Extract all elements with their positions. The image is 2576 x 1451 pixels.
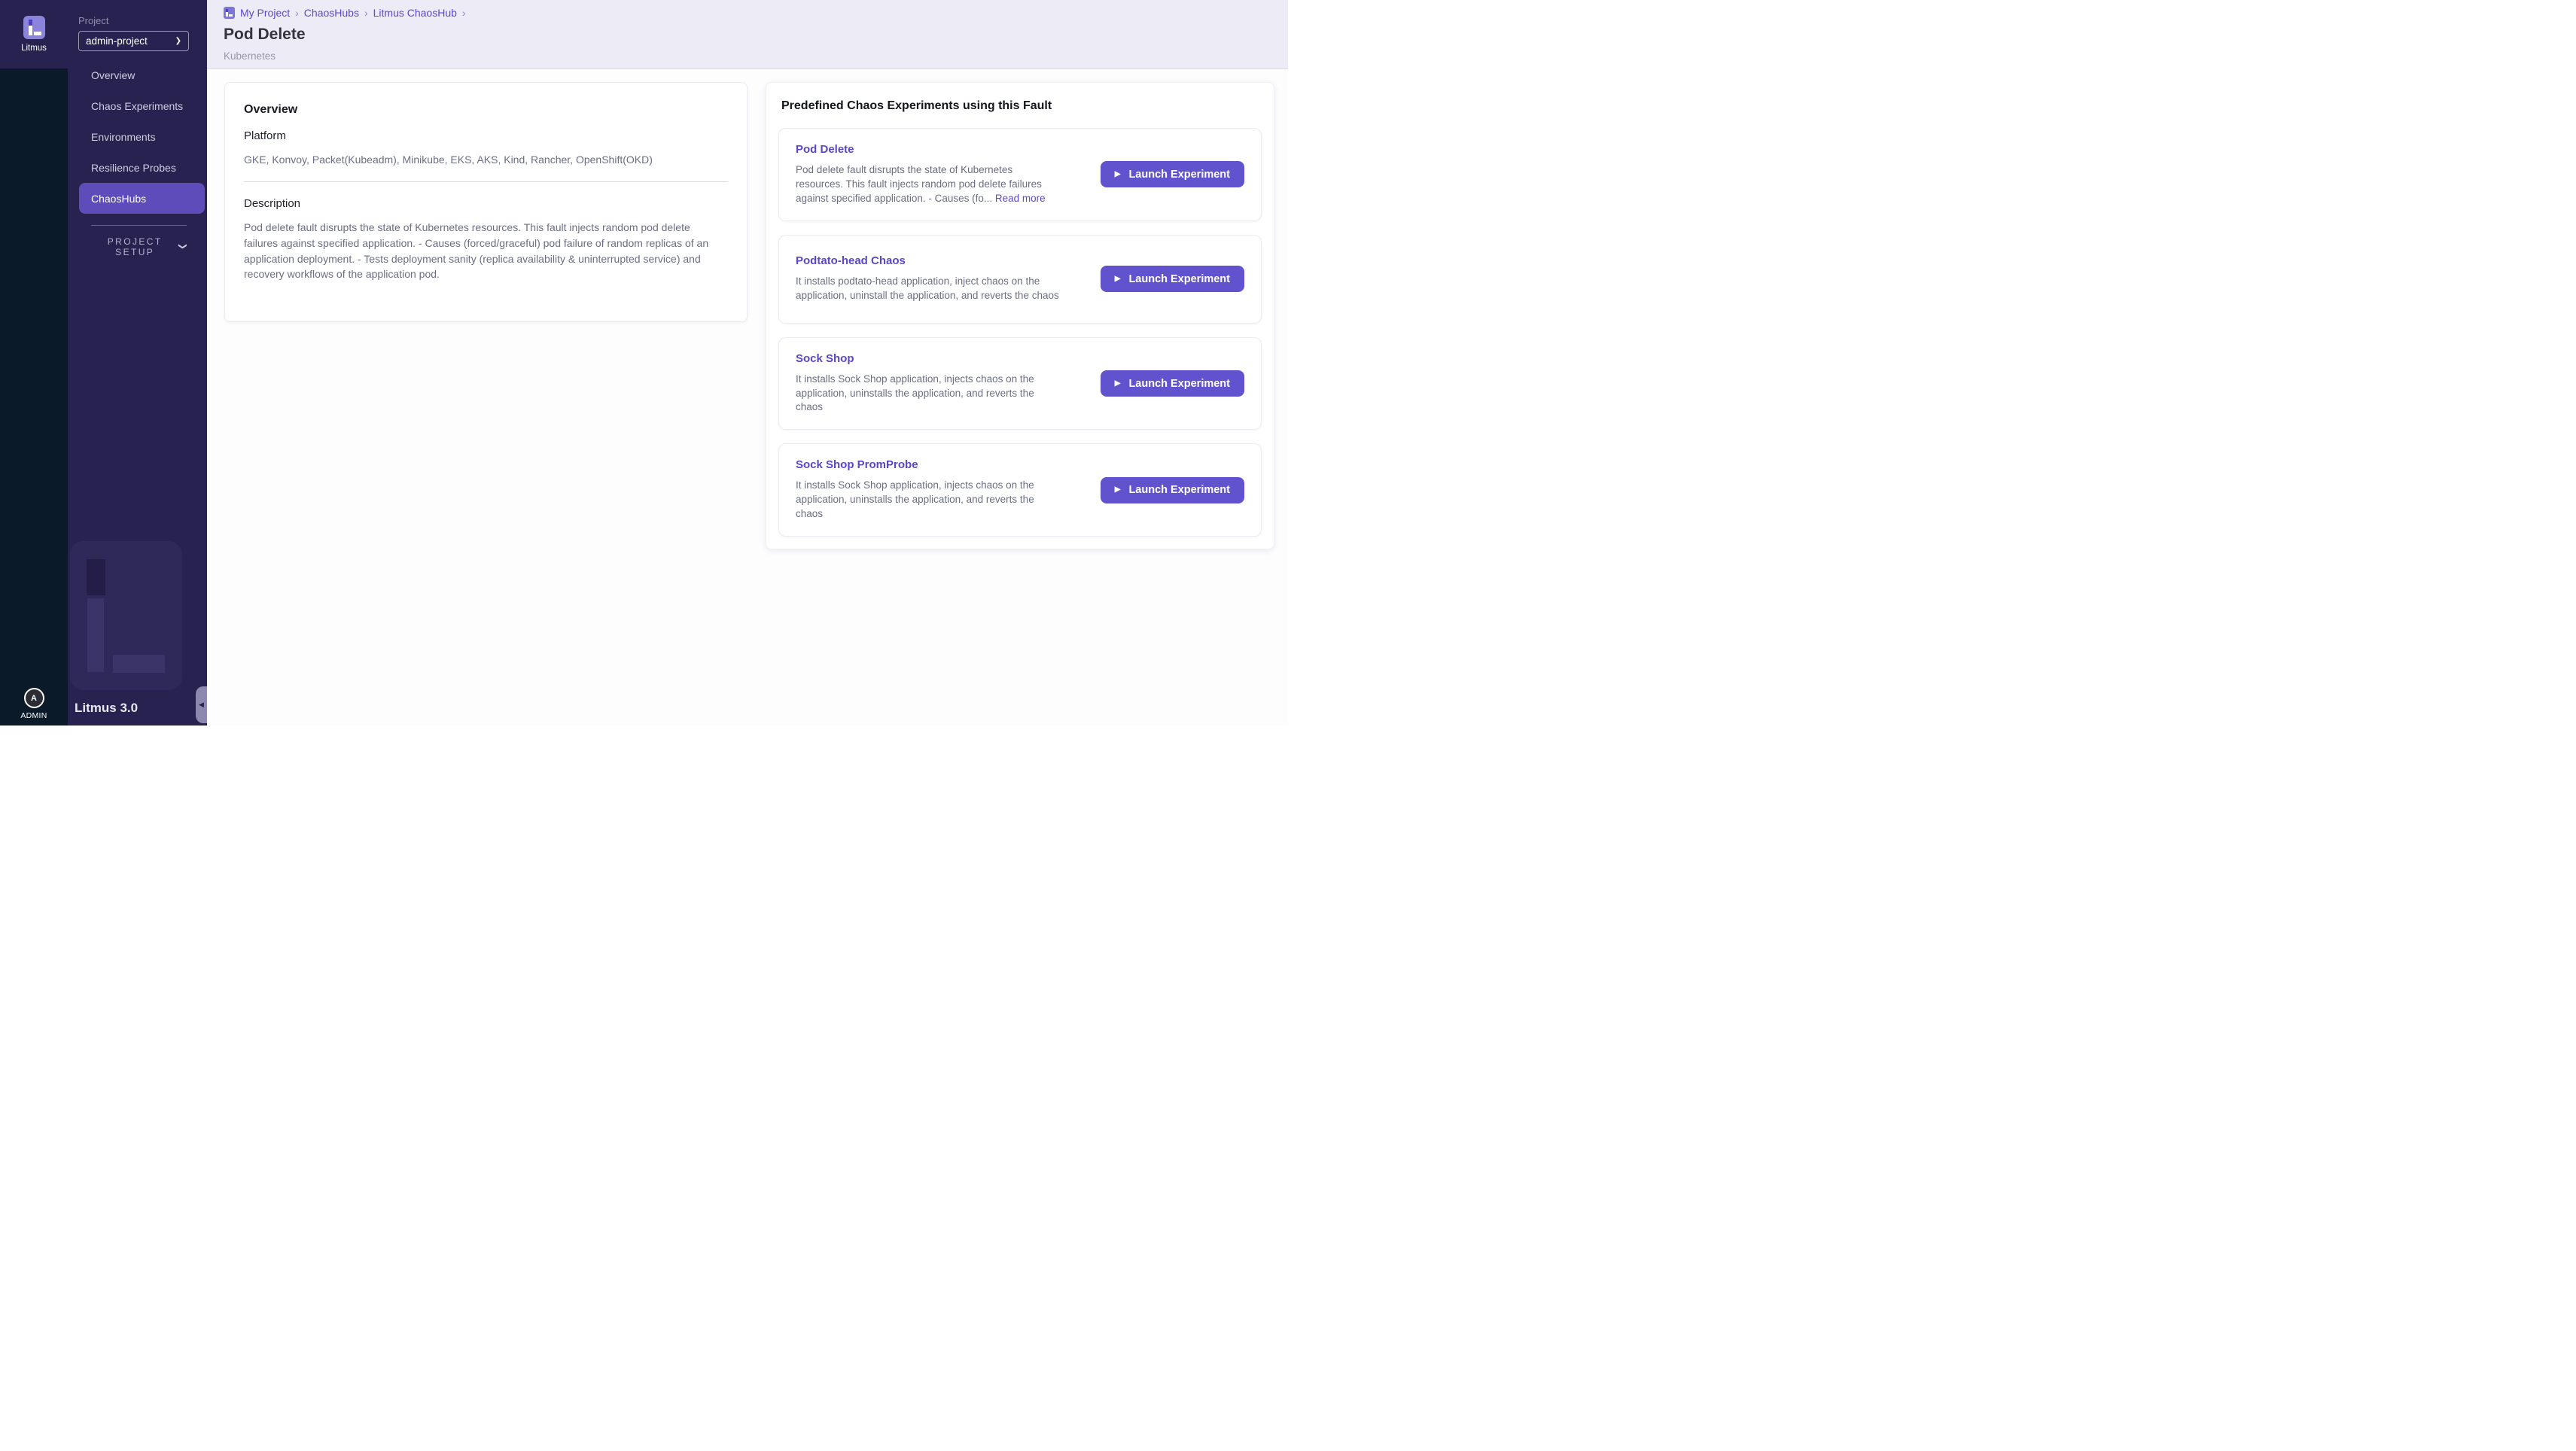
experiment-title-podtato-head[interactable]: Podtato-head Chaos bbox=[796, 254, 1061, 267]
play-icon: ▶ bbox=[1115, 171, 1121, 178]
breadcrumb-separator-icon: › bbox=[364, 7, 368, 19]
avatar-letter: A bbox=[31, 694, 37, 703]
admin-avatar[interactable]: A bbox=[24, 688, 44, 708]
experiment-title-pod-delete[interactable]: Pod Delete bbox=[796, 143, 1061, 156]
launch-experiment-button[interactable]: ▶ Launch Experiment bbox=[1101, 161, 1244, 187]
breadcrumb-chaoshubs[interactable]: ChaosHubs bbox=[304, 7, 359, 19]
litmus-logo-label: Litmus bbox=[21, 44, 47, 53]
litmus-logo-icon bbox=[23, 16, 45, 39]
content-area: Overview Platform GKE, Konvoy, Packet(Ku… bbox=[207, 69, 1288, 726]
experiment-description: It installs podtato-head application, in… bbox=[796, 275, 1059, 301]
read-more-link[interactable]: Read more bbox=[995, 193, 1046, 204]
sidebar-item-chaoshubs[interactable]: ChaosHubs bbox=[79, 183, 205, 214]
litmus-breadcrumb-icon bbox=[224, 7, 235, 19]
breadcrumb-separator-icon: › bbox=[295, 7, 299, 19]
chevron-down-icon: ❯ bbox=[178, 242, 188, 251]
experiment-card: Sock Shop PromProbe It installs Sock Sho… bbox=[778, 443, 1262, 537]
sidebar-divider bbox=[91, 225, 187, 226]
rail-bottom: A ADMIN bbox=[0, 688, 68, 720]
litmus-home-button[interactable]: Litmus bbox=[0, 0, 68, 68]
platform-label: Platform bbox=[244, 129, 728, 142]
experiment-title-sock-shop[interactable]: Sock Shop bbox=[796, 352, 1061, 365]
launch-experiment-button[interactable]: ▶ Launch Experiment bbox=[1101, 477, 1244, 503]
launch-experiment-button[interactable]: ▶ Launch Experiment bbox=[1101, 266, 1244, 292]
project-label: Project bbox=[78, 15, 207, 26]
project-setup-label: PROJECT SETUP bbox=[91, 236, 178, 257]
chevron-right-icon: ❯ bbox=[175, 38, 181, 45]
left-rail: Litmus A ADMIN bbox=[0, 0, 68, 726]
experiments-heading: Predefined Chaos Experiments using this … bbox=[781, 99, 1262, 113]
play-icon: ▶ bbox=[1115, 275, 1121, 283]
play-icon: ▶ bbox=[1115, 486, 1121, 494]
description-text: Pod delete fault disrupts the state of K… bbox=[244, 220, 726, 282]
sidebar-item-resilience-probes[interactable]: Resilience Probes bbox=[68, 152, 207, 183]
platform-value: GKE, Konvoy, Packet(Kubeadm), Minikube, … bbox=[244, 152, 728, 167]
breadcrumb: My Project › ChaosHubs › Litmus ChaosHub… bbox=[224, 7, 1288, 19]
project-name: admin-project bbox=[86, 35, 148, 47]
version-label: Litmus 3.0 bbox=[75, 701, 138, 716]
project-selector[interactable]: admin-project ❯ bbox=[78, 31, 189, 51]
sidebar-item-environments[interactable]: Environments bbox=[68, 121, 207, 152]
sidebar-collapse-handle[interactable]: ◀ bbox=[196, 686, 207, 723]
admin-label: ADMIN bbox=[0, 711, 68, 720]
description-label: Description bbox=[244, 197, 728, 210]
experiment-card: Pod Delete Pod delete fault disrupts the… bbox=[778, 128, 1262, 221]
sidebar-nav: Overview Chaos Experiments Environments … bbox=[68, 59, 207, 214]
experiment-title-sock-shop-promprobe[interactable]: Sock Shop PromProbe bbox=[796, 458, 1061, 471]
overview-card: Overview Platform GKE, Konvoy, Packet(Ku… bbox=[224, 82, 748, 322]
app-window: Litmus A ADMIN Project admin-project ❯ O… bbox=[0, 0, 1288, 726]
collapse-arrow-icon: ◀ bbox=[199, 701, 204, 708]
page-header: My Project › ChaosHubs › Litmus ChaosHub… bbox=[207, 0, 1288, 69]
launch-experiment-button[interactable]: ▶ Launch Experiment bbox=[1101, 370, 1244, 397]
experiments-panel: Predefined Chaos Experiments using this … bbox=[766, 82, 1274, 549]
project-setup-toggle[interactable]: PROJECT SETUP ❯ bbox=[68, 236, 207, 257]
experiment-description: It installs Sock Shop application, injec… bbox=[796, 373, 1034, 413]
main-area: My Project › ChaosHubs › Litmus ChaosHub… bbox=[207, 0, 1288, 726]
experiment-card: Podtato-head Chaos It installs podtato-h… bbox=[778, 235, 1262, 324]
experiment-description: It installs Sock Shop application, injec… bbox=[796, 479, 1034, 519]
breadcrumb-litmus-chaoshub[interactable]: Litmus ChaosHub bbox=[373, 7, 457, 19]
sidebar: Project admin-project ❯ Overview Chaos E… bbox=[68, 0, 207, 726]
breadcrumb-my-project[interactable]: My Project bbox=[240, 7, 290, 19]
sidebar-item-overview[interactable]: Overview bbox=[68, 59, 207, 90]
overview-card-title: Overview bbox=[244, 103, 728, 117]
page-subtitle: Kubernetes bbox=[224, 50, 1288, 62]
experiment-card: Sock Shop It installs Sock Shop applicat… bbox=[778, 337, 1262, 430]
overview-divider bbox=[244, 181, 728, 182]
play-icon: ▶ bbox=[1115, 380, 1121, 388]
sidebar-item-chaos-experiments[interactable]: Chaos Experiments bbox=[68, 90, 207, 121]
page-title: Pod Delete bbox=[224, 26, 1288, 44]
litmus-watermark-logo bbox=[70, 541, 182, 690]
breadcrumb-separator-icon: › bbox=[462, 7, 466, 19]
